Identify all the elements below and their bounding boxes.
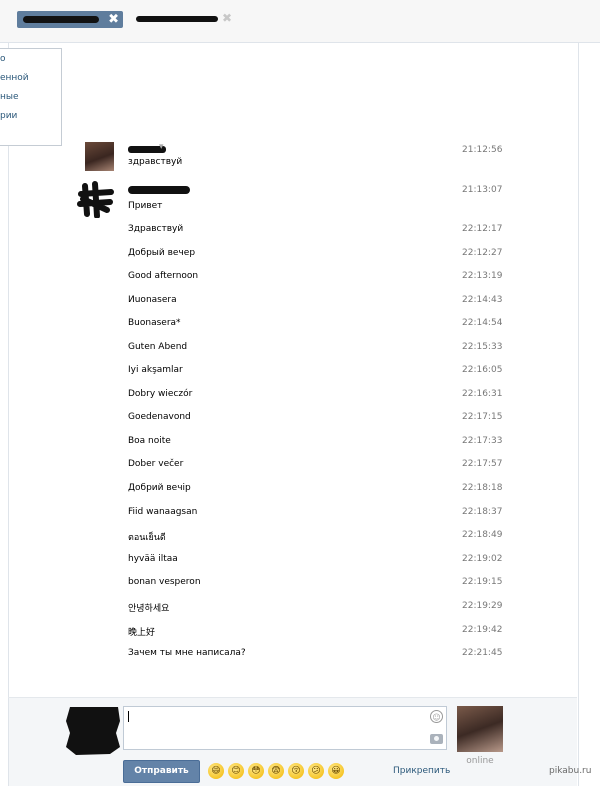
message-text: ตอนเย็นดี xyxy=(128,533,166,543)
message-time: 22:14:54 xyxy=(462,318,503,328)
smiley-icon[interactable]: 😨 xyxy=(268,763,284,779)
message-text: Здравствуй xyxy=(128,224,184,234)
attach-link[interactable]: Прикрепить xyxy=(393,766,450,776)
dropdown-menu: о енной ные рии xyxy=(0,48,62,146)
message-time: 22:12:27 xyxy=(462,248,503,258)
message-text: Dobry wieczór xyxy=(128,389,193,399)
message-time: 22:19:29 xyxy=(462,601,503,611)
message-time: 22:15:33 xyxy=(462,342,503,352)
dropdown-item[interactable]: о xyxy=(0,54,58,64)
message-time: 22:16:31 xyxy=(462,389,503,399)
peer-avatar[interactable] xyxy=(457,706,503,752)
message-text: Iyi akşamlar xyxy=(128,365,183,375)
message-text: 안녕하세요 xyxy=(128,604,170,614)
send-button[interactable]: Отправить xyxy=(123,760,200,783)
message-text: Guten Abend xyxy=(128,342,188,352)
redacted-name xyxy=(136,16,218,22)
smiley-icon[interactable]: 😀 xyxy=(328,763,344,779)
message-text: Good afternoon xyxy=(128,271,199,281)
message-text: hyvää iltaa xyxy=(128,554,178,564)
message-time: 22:14:43 xyxy=(462,295,503,305)
dropdown-item[interactable]: рии xyxy=(0,111,58,121)
message-text: Boa noite xyxy=(128,436,171,446)
message-text: Goedenavond xyxy=(128,412,191,422)
message-time: 22:16:05 xyxy=(462,365,503,375)
message-time: 22:19:02 xyxy=(462,554,503,564)
smiley-icon[interactable]: 😄 xyxy=(208,763,224,779)
smile-icon[interactable]: ☺ xyxy=(430,710,443,723)
message-time: 21:12:56 xyxy=(462,145,503,155)
tab-active-dialog[interactable]: ✖ xyxy=(17,11,123,28)
message-time: 22:18:18 xyxy=(462,483,503,493)
message-text: Добрий вечір xyxy=(128,483,191,493)
message-text: Buonasera* xyxy=(128,318,181,328)
redacted-sender-name xyxy=(128,186,190,194)
chevron-down-icon: ▾ xyxy=(159,142,164,152)
message-text: 晚上好 xyxy=(128,628,156,638)
message-time: 22:17:15 xyxy=(462,412,503,422)
message-text: Иuonasera xyxy=(128,295,177,305)
message-time: 22:19:15 xyxy=(462,577,503,587)
redacted-avatar xyxy=(77,181,114,218)
close-icon[interactable]: ✖ xyxy=(108,12,119,27)
tab-second-dialog[interactable]: ✖ xyxy=(136,11,232,27)
redacted-avatar xyxy=(66,707,120,755)
smiley-bar: 😄 😊 😳 😨 😚 😕 😀 xyxy=(208,763,344,779)
smiley-icon[interactable]: 😚 xyxy=(288,763,304,779)
message-time: 22:17:57 xyxy=(462,459,503,469)
message-time: 22:13:19 xyxy=(462,271,503,281)
avatar[interactable] xyxy=(85,142,114,171)
smiley-icon[interactable]: 😊 xyxy=(228,763,244,779)
message-input[interactable] xyxy=(123,706,447,750)
dropdown-item[interactable]: енной xyxy=(0,73,58,83)
message-text: Dober večer xyxy=(128,459,184,469)
message-text: Добрый вечер xyxy=(128,248,196,258)
dropdown-item[interactable]: ные xyxy=(0,92,58,102)
message-time: 22:18:37 xyxy=(462,507,503,517)
message-text: здравствуй xyxy=(128,157,183,167)
message-text: bonan vesperon xyxy=(128,577,201,587)
text-caret xyxy=(128,711,129,722)
peer-status: online xyxy=(466,756,494,766)
message-time: 22:17:33 xyxy=(462,436,503,446)
message-time: 22:19:42 xyxy=(462,625,503,635)
message-text: Fiid wanaagsan xyxy=(128,507,198,517)
smiley-icon[interactable]: 😳 xyxy=(248,763,264,779)
watermark: pikabu.ru xyxy=(549,766,592,776)
message-time: 22:21:45 xyxy=(462,648,503,658)
message-text: Зачем ты мне написала? xyxy=(128,648,246,658)
camera-icon[interactable] xyxy=(430,734,443,744)
message-time: 22:12:17 xyxy=(462,224,503,234)
close-icon[interactable]: ✖ xyxy=(222,11,232,25)
message-text: Привет xyxy=(128,201,163,211)
smiley-icon[interactable]: 😕 xyxy=(308,763,324,779)
message-time: 22:18:49 xyxy=(462,530,503,540)
redacted-name xyxy=(23,16,99,23)
message-time: 21:13:07 xyxy=(462,185,503,195)
